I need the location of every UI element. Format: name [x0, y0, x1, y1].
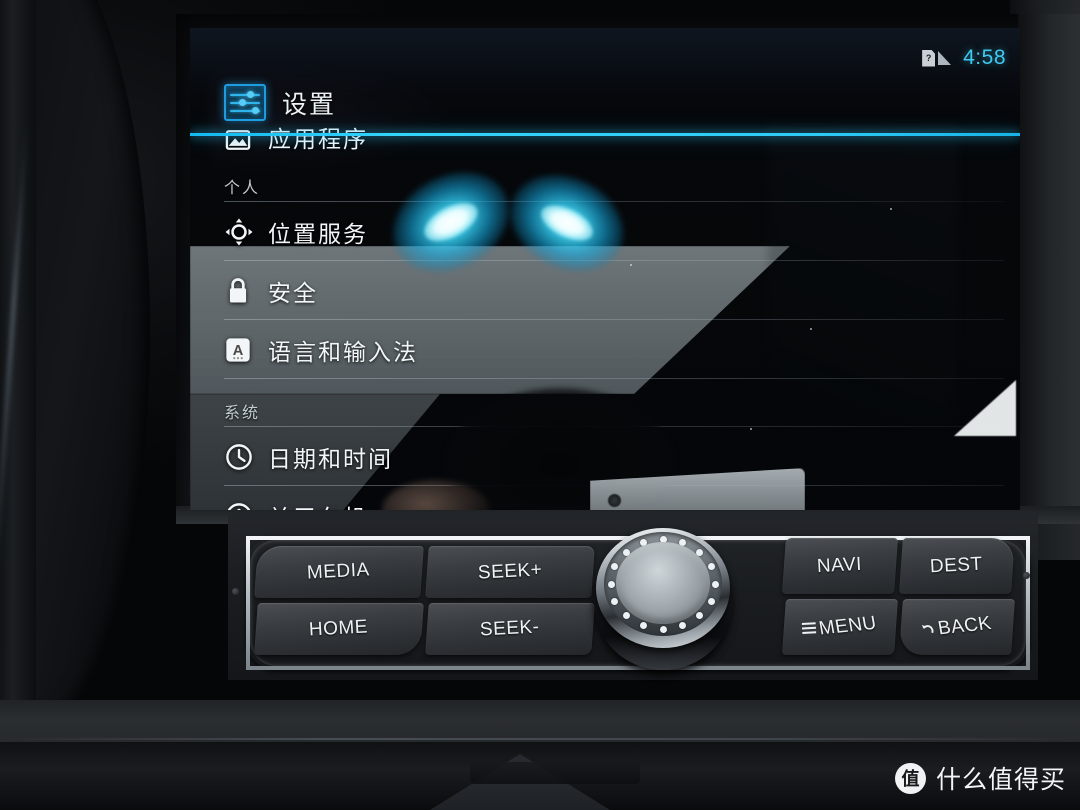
knob-dot [607, 580, 615, 588]
seek-up-button-label: SEEK+ [476, 559, 542, 584]
knob-dot [611, 597, 619, 605]
menu-button[interactable]: MENU [782, 598, 898, 654]
right-button-cluster: NAVI DEST MENU BACK [782, 538, 1014, 654]
section-header-system: 系统 [190, 379, 1020, 427]
language-a-icon: A [224, 336, 268, 364]
list-item-label: 关于车机 [268, 499, 368, 511]
list-item-label: 位置服务 [268, 220, 368, 247]
navi-button-label: NAVI [816, 553, 863, 577]
status-icons: ? [922, 49, 952, 67]
media-button[interactable]: MEDIA [254, 546, 424, 598]
panel-screw-left [232, 588, 239, 595]
list-item-language-input[interactable]: A 语言和输入法 [190, 320, 1020, 379]
back-arrow-icon [921, 624, 934, 633]
watermark-badge: 值 [894, 762, 926, 794]
list-item-location-services[interactable]: 位置服务 [190, 202, 1020, 261]
location-crosshair-icon [224, 217, 268, 247]
knob-dot [679, 622, 687, 630]
status-bar: ? 4:58 [922, 46, 1006, 70]
hamburger-menu-icon [802, 621, 817, 634]
knob-dot [639, 622, 647, 630]
dest-button[interactable]: DEST [898, 538, 1014, 594]
watermark: 值 什么值得买 [894, 760, 1066, 796]
watermark-text: 什么值得买 [935, 766, 1066, 794]
svg-text:A: A [233, 342, 244, 358]
list-item-date-time[interactable]: 日期和时间 [190, 427, 1020, 486]
car-head-unit-photo: ? 4:58 设置 应用程序 个人 位置服务 安全 A 语言和输入法 系统 日期… [0, 0, 1080, 810]
list-item-label: 日期和时间 [268, 445, 393, 472]
clock-icon [224, 442, 268, 472]
knob-dot [659, 625, 667, 633]
list-item-applications[interactable]: 应用程序 [190, 124, 1020, 154]
knob-dot [622, 612, 630, 620]
back-button[interactable]: BACK [898, 598, 1014, 654]
dashboard-left-pillar [0, 0, 36, 740]
media-button-label: MEDIA [306, 559, 371, 584]
sim-card-glyph: ? [925, 52, 932, 63]
settings-header: 设置 [224, 84, 336, 121]
header-divider [190, 133, 1020, 136]
bezel-right-edge [1018, 14, 1080, 524]
seek-down-button-label: SEEK- [478, 615, 540, 640]
infotainment-screen[interactable]: ? 4:58 设置 应用程序 个人 位置服务 安全 A 语言和输入法 系统 日期… [190, 28, 1020, 510]
rotary-control-knob[interactable] [580, 520, 746, 678]
left-button-cluster: MEDIA SEEK+ HOME SEEK- [254, 546, 594, 654]
settings-sliders-icon [224, 84, 266, 121]
seek-down-button[interactable]: SEEK- [424, 602, 594, 654]
page-title: 设置 [282, 90, 337, 119]
section-header-personal: 个人 [190, 154, 1020, 202]
knob-dot [696, 612, 704, 620]
list-item-label: 应用程序 [268, 126, 368, 152]
sim-card-icon: ? [922, 49, 936, 67]
home-button-label: HOME [308, 615, 369, 640]
back-button-label: BACK [936, 612, 994, 639]
section-title: 系统 [224, 405, 261, 422]
seek-up-button[interactable]: SEEK+ [424, 546, 594, 598]
menu-button-label: MENU [817, 611, 879, 639]
info-circle-icon [224, 501, 268, 510]
list-item-security[interactable]: 安全 [190, 261, 1020, 320]
status-bar-clock: 4:58 [963, 46, 1006, 69]
dashboard-seam [0, 738, 1080, 740]
settings-list: 应用程序 个人 位置服务 安全 A 语言和输入法 系统 日期和时间 [190, 124, 1020, 510]
knob-face[interactable] [616, 542, 710, 624]
section-title: 个人 [224, 180, 261, 197]
dashboard-vent [470, 762, 640, 784]
signal-icon [938, 51, 952, 65]
panel-screw-right [1023, 572, 1030, 579]
list-item-about-head-unit[interactable]: 关于车机 [190, 486, 1020, 510]
list-item-label: 语言和输入法 [268, 338, 418, 365]
apps-image-icon [224, 126, 268, 154]
list-item-label: 安全 [268, 279, 318, 306]
lock-icon [224, 276, 268, 306]
dest-button-label: DEST [929, 553, 984, 578]
knob-dot [707, 563, 715, 571]
knob-dot [707, 597, 715, 605]
knob-dot [711, 580, 719, 588]
home-button[interactable]: HOME [254, 602, 424, 654]
navi-button[interactable]: NAVI [782, 538, 898, 594]
physical-control-panel: MEDIA SEEK+ HOME SEEK- NAVI DEST MENU BA… [228, 514, 1038, 680]
